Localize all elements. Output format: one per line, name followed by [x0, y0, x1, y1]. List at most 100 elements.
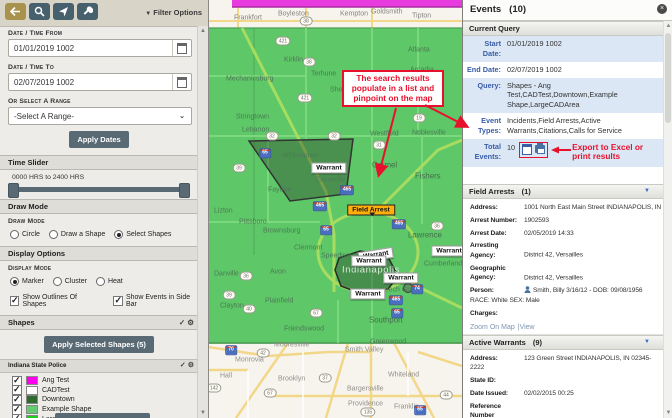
- scroll-up-icon[interactable]: ▲: [198, 28, 208, 34]
- scroll-up-icon[interactable]: ▲: [664, 23, 672, 29]
- radio-marker[interactable]: Marker: [10, 277, 44, 286]
- checkbox-label: Show Outlines Of Shapes: [22, 294, 97, 308]
- sidebar-scrollbar[interactable]: ▲ ▼: [197, 26, 208, 418]
- collapse-icon[interactable]: ▼: [644, 185, 650, 198]
- record-link[interactable]: Zoom On Map: [470, 324, 515, 331]
- check-all-icon[interactable]: ✓: [179, 318, 185, 327]
- slider-handle-end[interactable]: [179, 183, 190, 198]
- radio-button[interactable]: [10, 277, 19, 286]
- radio-button[interactable]: [49, 230, 58, 239]
- check-all-icon[interactable]: ✓: [180, 362, 186, 369]
- shape-color-swatch: [26, 386, 38, 395]
- shapes-header[interactable]: Shapes ✓ ⚙: [0, 315, 198, 330]
- radio-select-shapes[interactable]: Select Shapes: [114, 230, 171, 239]
- map-city-label: Smith Valley: [345, 347, 383, 354]
- checkbox-show-outlines-of-shapes[interactable]: Show Outlines Of Shapes: [10, 294, 97, 308]
- close-icon[interactable]: ×: [657, 4, 667, 14]
- field-arrest-map-label[interactable]: Field Arrest: [347, 205, 395, 216]
- map-annotation-callout: The search results populate in a list an…: [342, 70, 444, 107]
- radio-draw-a-shape[interactable]: Draw a Shape: [49, 230, 105, 239]
- radio-button[interactable]: [96, 277, 105, 286]
- shape-group-label: Indiana State Police: [8, 362, 66, 369]
- checkbox[interactable]: [113, 296, 122, 306]
- radio-button[interactable]: [10, 230, 19, 239]
- shape-group-header[interactable]: Indiana State Police ✓ ⚙: [0, 359, 198, 373]
- route-shield: 465: [340, 185, 354, 195]
- shape-label: Ang Test: [42, 377, 69, 384]
- scroll-down-icon[interactable]: ▼: [664, 410, 672, 416]
- map-canvas[interactable]: FrankfortBoylestonKemptonGoldsmithTipton…: [208, 0, 462, 418]
- apply-selected-shapes-button[interactable]: Apply Selected Shapes (5): [44, 336, 154, 353]
- field-label: Date Issued:: [470, 389, 524, 399]
- detail-field-row: Address:123 Green Street INDIANAPOLIS, I…: [470, 352, 662, 374]
- date-to-input[interactable]: 02/07/2019 1002: [8, 73, 192, 91]
- filter-options-toggle[interactable]: ▼Filter Options: [145, 8, 202, 17]
- route-shield: 32: [328, 132, 341, 141]
- date-from-input[interactable]: 01/01/2019 1002: [8, 39, 192, 57]
- shape-list-item[interactable]: Ang Test: [12, 376, 198, 386]
- display-checkboxes: Show Outlines Of Shapes Show Events in Si…: [10, 294, 198, 308]
- warrant-map-label[interactable]: Warrant: [431, 246, 462, 257]
- checkbox[interactable]: [12, 414, 22, 418]
- calendar-icon[interactable]: [172, 40, 191, 56]
- route-shield: 65: [414, 405, 426, 415]
- map-city-label: Whitestown: [282, 153, 318, 160]
- search-icon[interactable]: [29, 3, 50, 20]
- export-icons-highlight-box: [519, 142, 548, 158]
- time-slider[interactable]: [10, 187, 188, 192]
- radio-label: Cluster: [65, 278, 87, 285]
- back-arrow-icon[interactable]: [5, 3, 26, 20]
- warrant-map-label[interactable]: Warrant: [351, 256, 386, 267]
- scroll-down-icon[interactable]: ▼: [198, 410, 208, 416]
- gear-icon[interactable]: ⚙: [187, 318, 194, 327]
- warrant-map-label[interactable]: Warrant: [383, 273, 418, 284]
- active-warrants-section-header[interactable]: Active Warrants(9) ▼: [463, 335, 664, 350]
- draw-mode-header[interactable]: Draw Mode: [0, 199, 198, 214]
- radio-circle[interactable]: Circle: [10, 230, 40, 239]
- query-row-value: Shapes - Ang Test,CADTest,Downtown,Examp…: [507, 81, 657, 111]
- map-city-label: Clermont: [294, 245, 322, 252]
- panel-scrollbar[interactable]: ▲ ▼: [663, 21, 672, 418]
- radio-button[interactable]: [114, 230, 123, 239]
- time-slider-header[interactable]: Time Slider: [0, 155, 198, 170]
- shape-label: CADTest: [42, 387, 70, 394]
- location-arrow-icon[interactable]: [53, 3, 74, 20]
- gear-icon[interactable]: ⚙: [188, 362, 194, 369]
- crime-mapping-app: FrankfortBoylestonKemptonGoldsmithTipton…: [0, 0, 672, 418]
- print-icon[interactable]: [535, 145, 545, 153]
- partial-bottom-button[interactable]: [55, 413, 150, 418]
- field-arrests-section-header[interactable]: Field Arrests(1) ▼: [463, 184, 664, 199]
- detail-field-row: Geographic Agency:District 42, Versaille…: [470, 262, 662, 284]
- route-shield: 421: [297, 94, 312, 103]
- radio-cluster[interactable]: Cluster: [53, 277, 87, 286]
- field-label: Arrest Date:: [470, 229, 524, 239]
- warrant-map-label[interactable]: Warrant: [350, 289, 385, 300]
- shape-list-item[interactable]: CADTest: [12, 386, 198, 396]
- display-options-header[interactable]: Display Options: [0, 246, 198, 261]
- slider-handle-start[interactable]: [8, 183, 19, 198]
- warrant-map-label[interactable]: Warrant: [311, 163, 346, 174]
- scrollbar-thumb[interactable]: [665, 33, 671, 123]
- field-label: Reference Number (s):: [470, 402, 524, 418]
- radio-heat[interactable]: Heat: [96, 277, 123, 286]
- map-city-label: Mooresville: [274, 342, 309, 349]
- time-slider-range-text: 0000 HRS to 2400 HRS: [12, 174, 190, 181]
- checkbox[interactable]: [10, 296, 19, 306]
- events-panel: Events(10) × Current Query Start Date:01…: [462, 0, 672, 418]
- detail-field-row: Date Issued:02/02/2015 00:25: [470, 387, 662, 400]
- route-shield: 70: [225, 345, 237, 355]
- calendar-icon[interactable]: [172, 74, 191, 90]
- checkbox-show-events-in-side-bar[interactable]: Show Events in Side Bar: [113, 294, 198, 308]
- range-select[interactable]: -Select A Range- ⌄: [8, 107, 192, 125]
- apply-dates-button[interactable]: Apply Dates: [69, 131, 128, 148]
- current-query-section-header[interactable]: Current Query: [463, 21, 664, 36]
- shape-list-item[interactable]: Downtown: [12, 395, 198, 405]
- date-to-label: Date / Time To: [8, 64, 198, 71]
- field-value: District 42, Versailles: [524, 274, 583, 281]
- collapse-icon[interactable]: ▼: [644, 336, 650, 349]
- radio-button[interactable]: [53, 277, 62, 286]
- excel-export-icon[interactable]: [522, 144, 532, 155]
- field-label: Person:: [470, 286, 524, 296]
- wrench-icon[interactable]: [77, 3, 98, 20]
- record-link[interactable]: |View: [518, 324, 535, 331]
